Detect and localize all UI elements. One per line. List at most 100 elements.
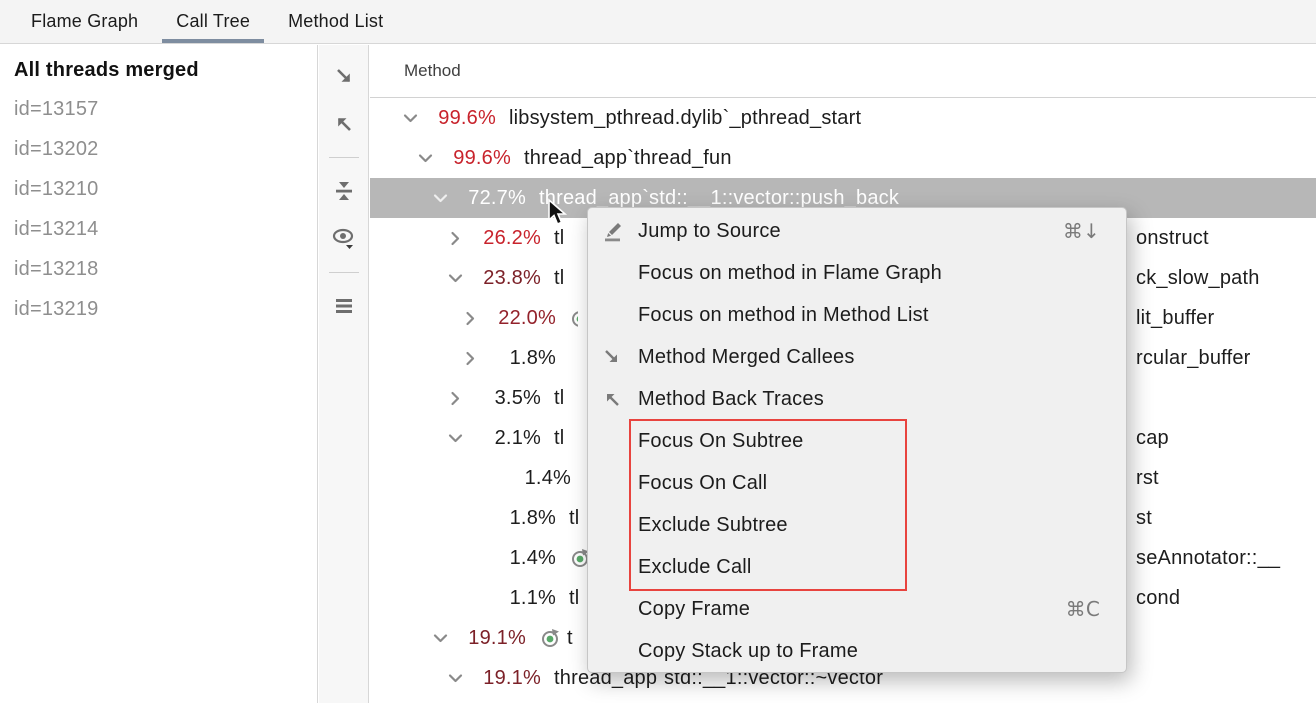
row-percent: 1.8% [482,507,556,530]
menu-item-label: Method Merged Callees [638,346,1100,369]
recursive-call-icon [539,627,561,649]
menu-item-copy-stack-up-to-frame[interactable]: Copy Stack up to Frame [588,630,1126,672]
arrow-southeast-icon [601,344,638,370]
chevron-down-icon[interactable] [443,268,467,288]
profiler-window: Flame Graph Call Tree Method List All th… [0,0,1316,703]
menu-icon-placeholder [601,512,638,538]
method-name: thread_app`thread_fun [524,147,732,170]
collapse-all-icon[interactable] [327,174,361,208]
menu-item-focus-on-subtree[interactable]: Focus On Subtree [588,420,1126,462]
row-percent: 1.8% [482,347,556,370]
menu-item-exclude-subtree[interactable]: Exclude Subtree [588,504,1126,546]
chevron-placeholder [458,548,482,568]
calltree-toolbar [319,45,369,703]
menu-icon-placeholder [601,260,638,286]
menu-item-label: Focus On Call [638,472,1100,495]
method-name-fragment: onstruct [1136,218,1209,258]
row-percent: 1.4% [497,467,571,490]
menu-icon-placeholder [601,428,638,454]
chevron-down-icon[interactable] [443,428,467,448]
chevron-right-icon[interactable] [458,348,482,368]
row-percent: 23.8% [467,267,541,290]
menu-item-method-back-traces[interactable]: Method Back Traces [588,378,1126,420]
chevron-down-icon[interactable] [398,108,422,128]
chevron-placeholder [458,588,482,608]
menu-item-label: Focus on method in Method List [638,304,1100,327]
thread-list-item[interactable]: id=13210 [0,169,317,209]
row-percent: 72.7% [452,187,526,210]
method-column-header[interactable]: Method [370,45,1316,98]
chevron-placeholder [458,508,482,528]
menu-item-label: Method Back Traces [638,388,1100,411]
recursive-call-icon [569,307,578,329]
row-percent: 99.6% [437,147,511,170]
method-name: t [567,627,573,650]
menu-item-focus-on-method-in-flame-graph[interactable]: Focus on method in Flame Graph [588,252,1126,294]
chevron-right-icon[interactable] [443,228,467,248]
thread-list-item[interactable]: id=13219 [0,289,317,329]
row-percent: 1.4% [482,547,556,570]
menu-item-jump-to-source[interactable]: Jump to Source⌘↓ [588,210,1126,252]
edit-pencil-icon [601,218,638,244]
profiler-tabbar: Flame Graph Call Tree Method List [0,0,1316,44]
method-name-fragment: cond [1136,578,1180,618]
method-name: tl [569,507,579,530]
row-percent: 22.0% [482,307,556,330]
thread-list-item[interactable]: id=13214 [0,209,317,249]
view-options-eye-icon[interactable] [327,222,361,256]
chevron-down-icon[interactable] [428,188,452,208]
method-name-fragment: lit_buffer [1136,298,1214,338]
tab-flame-graph[interactable]: Flame Graph [17,0,152,43]
row-percent: 19.1% [467,667,541,690]
row-percent: 26.2% [467,227,541,250]
arrow-northwest-icon [601,386,638,412]
list-options-icon[interactable] [327,289,361,323]
menu-icon-placeholder [601,596,638,622]
menu-item-shortcut: ⌘C [1066,597,1100,621]
mouse-cursor-icon [545,198,573,233]
menu-icon-placeholder [601,638,638,664]
thread-list-item[interactable]: id=13157 [0,89,317,129]
toolbar-separator [329,157,359,158]
menu-item-label: Exclude Subtree [638,514,1100,537]
chevron-right-icon[interactable] [443,388,467,408]
chevron-placeholder [473,468,497,488]
thread-list-item[interactable]: id=13202 [0,129,317,169]
context-menu: Jump to Source⌘↓Focus on method in Flame… [587,207,1127,673]
tab-call-tree[interactable]: Call Tree [162,0,264,43]
method-name: tl [554,427,564,450]
menu-item-label: Focus On Subtree [638,430,1100,453]
menu-item-label: Copy Stack up to Frame [638,640,1100,663]
call-tree-row[interactable]: 99.6% thread_app`thread_fun [370,138,1316,178]
toolbar-separator [329,272,359,273]
threads-merged-item[interactable]: All threads merged [0,45,317,89]
method-name-fragment: rcular_buffer [1136,338,1251,378]
menu-item-label: Copy Frame [638,598,1066,621]
menu-icon-placeholder [601,470,638,496]
method-back-traces-icon[interactable] [327,107,361,141]
tab-method-list[interactable]: Method List [274,0,397,43]
method-merged-callees-icon[interactable] [327,59,361,93]
method-name-fragment: cap [1136,418,1169,458]
menu-item-copy-frame[interactable]: Copy Frame⌘C [588,588,1126,630]
method-name-fragment: ck_slow_path [1136,258,1260,298]
menu-item-focus-on-method-in-method-list[interactable]: Focus on method in Method List [588,294,1126,336]
menu-icon-placeholder [601,554,638,580]
menu-item-focus-on-call[interactable]: Focus On Call [588,462,1126,504]
menu-icon-placeholder [601,302,638,328]
chevron-down-icon[interactable] [413,148,437,168]
method-name-fragment: st [1136,498,1152,538]
method-name: tl [554,387,564,410]
row-percent: 2.1% [467,427,541,450]
thread-list-item[interactable]: id=13218 [0,249,317,289]
menu-item-method-merged-callees[interactable]: Method Merged Callees [588,336,1126,378]
menu-item-shortcut: ⌘↓ [1063,219,1100,243]
chevron-down-icon[interactable] [428,628,452,648]
method-name: tl [554,267,564,290]
chevron-down-icon[interactable] [443,668,467,688]
menu-item-exclude-call[interactable]: Exclude Call [588,546,1126,588]
method-name: tl [569,587,579,610]
chevron-right-icon[interactable] [458,308,482,328]
call-tree-row[interactable]: 99.6%libsystem_pthread.dylib`_pthread_st… [370,98,1316,138]
row-percent: 3.5% [467,387,541,410]
